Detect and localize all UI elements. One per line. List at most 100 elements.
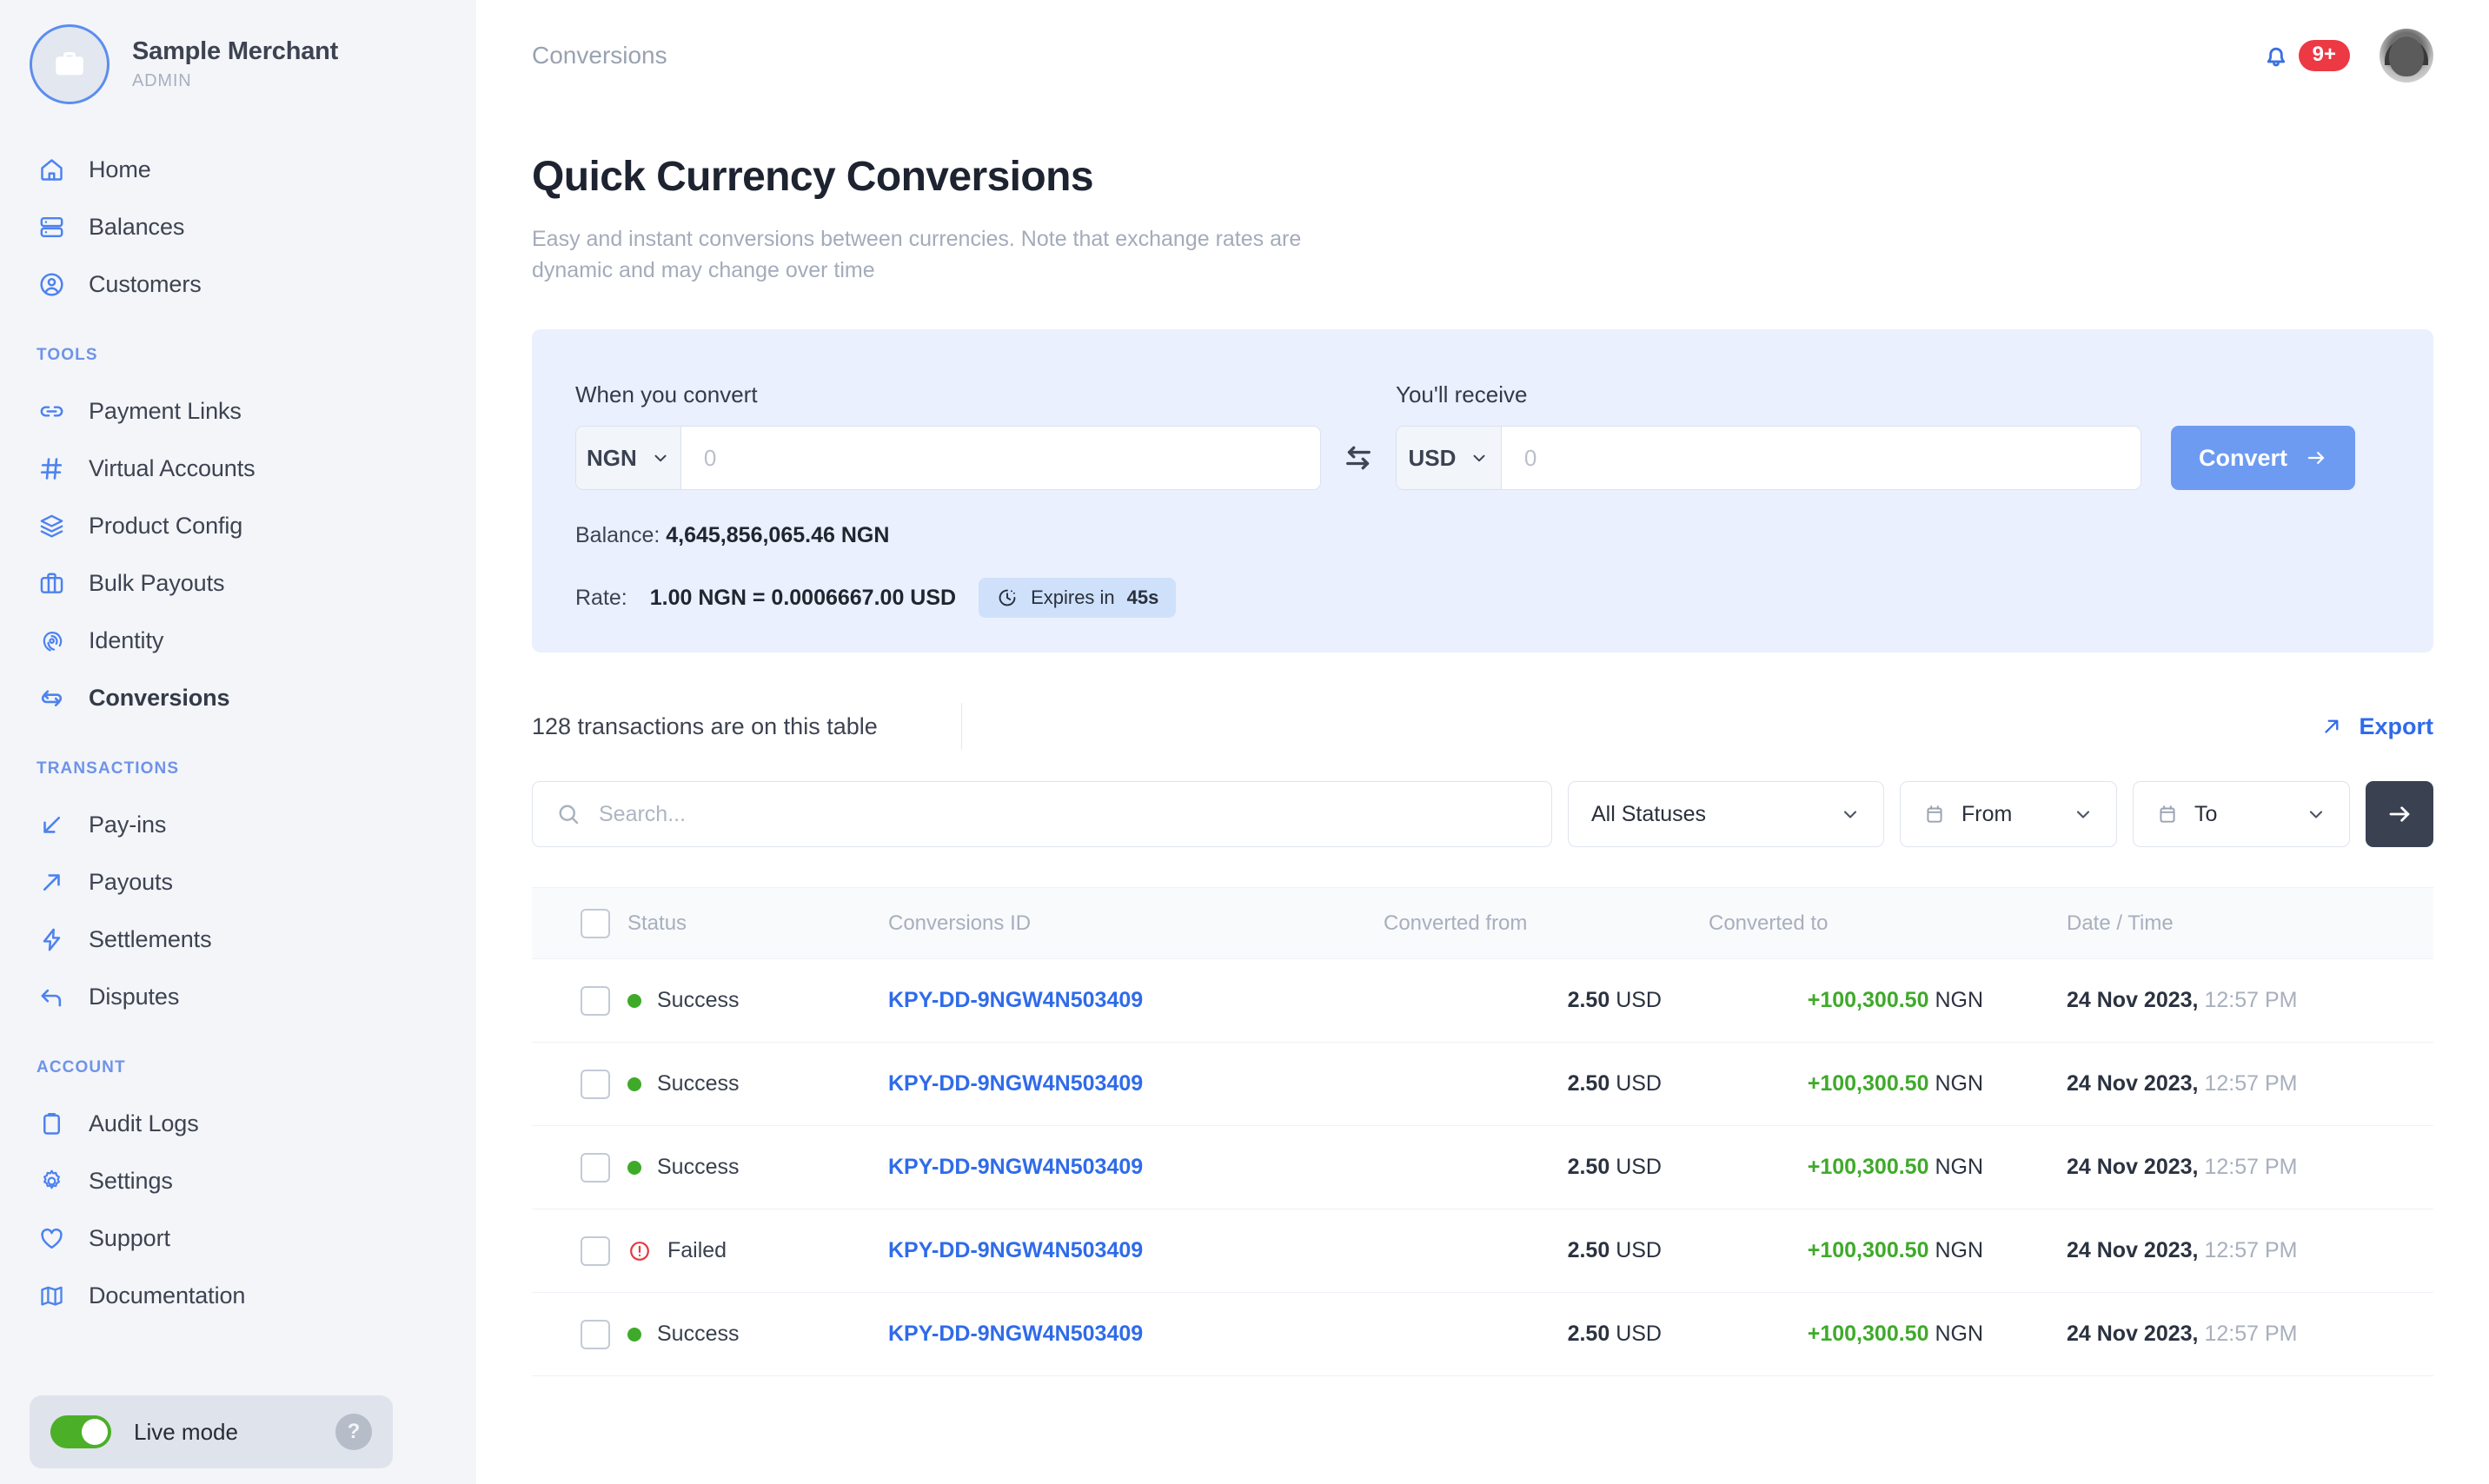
sidebar-item-home[interactable]: Home: [0, 141, 476, 198]
link-icon: [37, 396, 66, 426]
row-date-cell: 24 Nov 2023, 12:57 PM: [1983, 958, 2433, 1043]
column-header-status: Status: [627, 887, 888, 959]
convert-button[interactable]: Convert: [2171, 426, 2355, 490]
row-checkbox[interactable]: [581, 1236, 610, 1266]
from-currency: USD: [1616, 1238, 1662, 1262]
help-icon[interactable]: ?: [335, 1414, 372, 1450]
chevron-down-icon: [2306, 804, 2326, 825]
notifications[interactable]: 9+: [2260, 39, 2350, 72]
conversion-id-link[interactable]: KPY-DD-9NGW4N503409: [888, 1155, 1143, 1179]
row-date-cell: 24 Nov 2023, 12:57 PM: [1983, 1042, 2433, 1126]
table-row[interactable]: Success KPY-DD-9NGW4N503409 2.50 USD +10…: [532, 1042, 2433, 1126]
row-checkbox[interactable]: [581, 1069, 610, 1099]
row-checkbox[interactable]: [581, 985, 610, 1016]
to-amount-input[interactable]: [1501, 427, 2141, 489]
swap-currencies-button[interactable]: [1321, 426, 1396, 490]
export-button[interactable]: Export: [2320, 713, 2433, 740]
rate-value: 1.00 NGN = 0.0006667.00 USD: [649, 585, 957, 610]
table-toolbar-top: 128 transactions are on this table Expor…: [532, 703, 2433, 750]
to-currency-select[interactable]: USD: [1397, 427, 1502, 489]
from-currency-select[interactable]: NGN: [576, 427, 681, 489]
merchant-header[interactable]: Sample Merchant ADMIN: [0, 0, 476, 104]
live-mode-toggle[interactable]: [50, 1415, 111, 1448]
from-amount: 2.50: [1567, 1238, 1610, 1262]
sidebar-item-product-config[interactable]: Product Config: [0, 497, 476, 554]
sidebar-item-settlements[interactable]: Settlements: [0, 911, 476, 968]
row-select-cell: [532, 1042, 627, 1126]
chevron-down-icon: [651, 448, 670, 467]
apply-filters-button[interactable]: [2366, 781, 2433, 847]
table-header-row: Status Conversions ID Converted from Con…: [532, 887, 2433, 959]
export-label: Export: [2359, 712, 2433, 739]
row-checkbox[interactable]: [581, 1152, 610, 1183]
table-row[interactable]: Success KPY-DD-9NGW4N503409 2.50 USD +10…: [532, 1292, 2433, 1376]
from-amount: 2.50: [1567, 988, 1610, 1012]
expiry-label: Expires in: [1031, 586, 1115, 608]
bolt-icon: [37, 924, 66, 954]
sidebar-item-customers[interactable]: Customers: [0, 255, 476, 313]
from-amount-input[interactable]: [680, 427, 1320, 489]
hash-icon: [37, 454, 66, 483]
sidebar-item-label: Payouts: [89, 868, 173, 895]
date-to-select[interactable]: To: [2133, 781, 2350, 847]
currency-converter-panel: When you convert NGN 0 You'll receive US…: [532, 329, 2433, 653]
sidebar-item-bulk-payouts[interactable]: Bulk Payouts: [0, 554, 476, 612]
row-checkbox[interactable]: [581, 1319, 610, 1349]
status-dot-success: [627, 1077, 641, 1091]
sidebar-item-label: Identity: [89, 626, 164, 653]
sidebar-item-documentation[interactable]: Documentation: [0, 1267, 476, 1324]
status-label: Success: [657, 1155, 740, 1179]
search-box[interactable]: [532, 781, 1552, 847]
row-date: 24 Nov 2023,: [2067, 1238, 2199, 1262]
select-all-checkbox[interactable]: [581, 908, 610, 938]
conversion-id-link[interactable]: KPY-DD-9NGW4N503409: [888, 1071, 1143, 1096]
sidebar-item-pay-ins[interactable]: Pay-ins: [0, 796, 476, 853]
chevron-down-icon: [1840, 804, 1861, 825]
row-date: 24 Nov 2023,: [2067, 1322, 2199, 1346]
page-title: Quick Currency Conversions: [532, 154, 1094, 200]
search-input[interactable]: [599, 801, 1529, 827]
date-from-select[interactable]: From: [1900, 781, 2117, 847]
table-row[interactable]: Success KPY-DD-9NGW4N503409 2.50 USD +10…: [532, 1125, 2433, 1209]
sidebar-item-virtual-accounts[interactable]: Virtual Accounts: [0, 440, 476, 497]
sidebar-item-conversions[interactable]: Conversions: [0, 669, 476, 726]
topbar-right: 9+: [2260, 29, 2433, 83]
sidebar-item-settings[interactable]: Settings: [0, 1152, 476, 1209]
to-currency-code: USD: [1408, 444, 1457, 471]
sidebar-item-label: Disputes: [89, 983, 180, 1010]
bell-icon[interactable]: [2260, 40, 2292, 71]
to-currency: NGN: [1935, 1155, 1983, 1179]
column-header-date-time: Date / Time: [1983, 887, 2433, 959]
row-date: 24 Nov 2023,: [2067, 988, 2199, 1012]
status-error-icon: [627, 1239, 652, 1263]
sidebar-item-balances[interactable]: Balances: [0, 198, 476, 255]
toggle-knob: [82, 1419, 108, 1445]
sidebar-item-identity[interactable]: Identity: [0, 612, 476, 669]
status-dot-success: [627, 993, 641, 1008]
converter-row: When you convert NGN 0 You'll receive US…: [575, 381, 2390, 490]
sidebar-item-payouts[interactable]: Payouts: [0, 853, 476, 911]
table-row[interactable]: Success KPY-DD-9NGW4N503409 2.50 USD +10…: [532, 958, 2433, 1043]
from-currency: USD: [1616, 1071, 1662, 1096]
to-currency: NGN: [1935, 1238, 1983, 1262]
arrow-right-icon: [2386, 800, 2413, 828]
conversion-id-link[interactable]: KPY-DD-9NGW4N503409: [888, 1238, 1143, 1262]
sidebar-item-label: Customers: [89, 270, 202, 297]
column-header-converted-to: Converted to: [1662, 887, 1983, 959]
sidebar-item-audit-logs[interactable]: Audit Logs: [0, 1095, 476, 1152]
conversion-id-link[interactable]: KPY-DD-9NGW4N503409: [888, 988, 1143, 1012]
from-currency-code: NGN: [587, 444, 637, 471]
conversion-id-link[interactable]: KPY-DD-9NGW4N503409: [888, 1322, 1143, 1346]
table-row[interactable]: Failed KPY-DD-9NGW4N503409 2.50 USD +100…: [532, 1209, 2433, 1293]
sidebar-item-support[interactable]: Support: [0, 1209, 476, 1267]
from-currency: USD: [1616, 1155, 1662, 1179]
status-filter-select[interactable]: All Statuses: [1568, 781, 1884, 847]
row-converted-to-cell: +100,300.50 NGN: [1662, 1292, 1983, 1376]
notification-count-badge[interactable]: 9+: [2298, 39, 2350, 72]
row-time: 12:57 PM: [2204, 1071, 2298, 1096]
sidebar-item-label: Settlements: [89, 925, 212, 952]
avatar[interactable]: [2379, 29, 2433, 83]
sidebar-item-payment-links[interactable]: Payment Links: [0, 382, 476, 440]
sidebar-nav: Home Balances Customers TOOLS Payment Li…: [0, 141, 476, 1324]
sidebar-item-disputes[interactable]: Disputes: [0, 968, 476, 1025]
